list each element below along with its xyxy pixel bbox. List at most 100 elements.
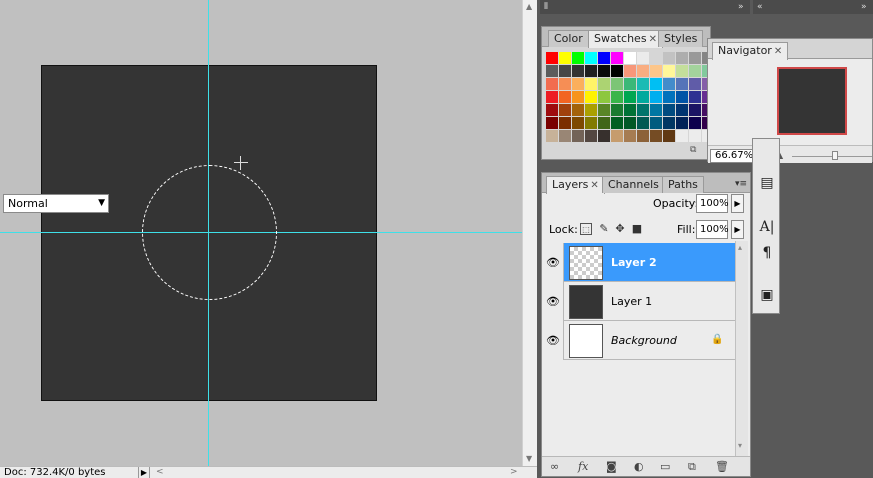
tab-swatches[interactable]: Swatches ✕ [588, 30, 663, 48]
new-swatch-icon[interactable]: ⧉ [690, 145, 696, 155]
swatch-46[interactable] [598, 91, 610, 103]
swatch-65[interactable] [663, 104, 675, 116]
swatch-85[interactable] [559, 130, 571, 142]
zoom-slider-thumb[interactable] [832, 151, 838, 160]
swatch-18[interactable] [598, 65, 610, 77]
close-icon[interactable]: ✕ [774, 46, 782, 57]
link-layers-icon[interactable]: ∞ [550, 460, 559, 473]
layer-row-layer-2[interactable]: 👁 Layer 2 [543, 243, 735, 282]
swatch-11[interactable] [689, 52, 701, 64]
swatch-84[interactable] [546, 130, 558, 142]
tab-channels[interactable]: Channels [602, 176, 665, 193]
swatch-19[interactable] [611, 65, 623, 77]
swatch-72[interactable] [572, 117, 584, 129]
swatch-75[interactable] [611, 117, 623, 129]
swatch-87[interactable] [585, 130, 597, 142]
swatch-94[interactable] [676, 130, 688, 142]
layers-scrollbar[interactable]: ▴ ▾ [735, 241, 748, 456]
visibility-eye-icon[interactable]: 👁 [543, 282, 564, 321]
swatch-14[interactable] [546, 65, 558, 77]
close-icon[interactable]: ✕ [649, 34, 657, 45]
swatch-21[interactable] [637, 65, 649, 77]
visibility-eye-icon[interactable]: 👁 [543, 243, 564, 282]
swatch-2[interactable] [572, 52, 584, 64]
swatch-31[interactable] [585, 78, 597, 90]
fill-slider-arrow-icon[interactable]: ▶ [731, 220, 744, 239]
visibility-eye-icon[interactable]: 👁 [543, 321, 564, 360]
trash-icon[interactable]: 🗑 [715, 460, 729, 473]
scroll-down-arrow-icon[interactable]: ▼ [526, 454, 532, 463]
swatch-6[interactable] [624, 52, 636, 64]
swatch-7[interactable] [637, 52, 649, 64]
blend-mode-select[interactable]: Normal ▼ [3, 194, 109, 213]
scroll-right-arrow-icon[interactable]: > [510, 467, 518, 478]
dock-header-bar-right[interactable]: « » [753, 0, 873, 14]
swatch-25[interactable] [689, 65, 701, 77]
swatch-35[interactable] [637, 78, 649, 90]
layer-name[interactable]: Layer 1 [611, 282, 652, 321]
close-icon[interactable]: ✕ [590, 180, 598, 191]
swatch-10[interactable] [676, 52, 688, 64]
lock-transparent-icon[interactable]: ⬚ [580, 223, 592, 235]
swatch-5[interactable] [611, 52, 623, 64]
swatch-29[interactable] [559, 78, 571, 90]
swatch-33[interactable] [611, 78, 623, 90]
fill-input[interactable]: 100% [696, 220, 729, 239]
swatch-43[interactable] [559, 91, 571, 103]
swatch-22[interactable] [650, 65, 662, 77]
new-layer-icon[interactable]: ⧉ [688, 460, 696, 474]
tab-styles[interactable]: Styles [658, 30, 704, 47]
swatch-0[interactable] [546, 52, 558, 64]
lock-position-icon[interactable]: ✥ [614, 223, 626, 235]
swatch-36[interactable] [650, 78, 662, 90]
swatch-58[interactable] [572, 104, 584, 116]
panel-menu-icon[interactable]: ▾≡ [735, 179, 747, 189]
layer-name[interactable]: Layer 2 [611, 243, 657, 282]
swatch-16[interactable] [572, 65, 584, 77]
swatch-63[interactable] [637, 104, 649, 116]
paragraph-icon[interactable]: ¶ [757, 243, 777, 263]
tab-color[interactable]: Color [548, 30, 589, 47]
status-menu-arrow-icon[interactable]: ▶ [138, 467, 150, 478]
fx-icon[interactable]: fx [578, 460, 588, 473]
swatch-62[interactable] [624, 104, 636, 116]
new-group-icon[interactable]: ▭ [660, 460, 670, 473]
swatch-59[interactable] [585, 104, 597, 116]
swatch-64[interactable] [650, 104, 662, 116]
swatch-17[interactable] [585, 65, 597, 77]
swatch-37[interactable] [663, 78, 675, 90]
swatch-70[interactable] [546, 117, 558, 129]
swatch-24[interactable] [676, 65, 688, 77]
tab-navigator[interactable]: Navigator ✕ [712, 42, 789, 60]
swatch-95[interactable] [689, 130, 701, 142]
swatch-52[interactable] [676, 91, 688, 103]
collapse-panels-right-icon[interactable]: » [861, 2, 867, 12]
swatch-44[interactable] [572, 91, 584, 103]
swatch-74[interactable] [598, 117, 610, 129]
swatch-90[interactable] [624, 130, 636, 142]
swatch-88[interactable] [598, 130, 610, 142]
swatch-56[interactable] [546, 104, 558, 116]
opacity-slider-arrow-icon[interactable]: ▶ [731, 194, 744, 213]
swatch-39[interactable] [689, 78, 701, 90]
swatch-93[interactable] [663, 130, 675, 142]
swatch-61[interactable] [611, 104, 623, 116]
collapse-panels-icon[interactable]: » [738, 2, 744, 12]
swatch-73[interactable] [585, 117, 597, 129]
dock-header-bar[interactable]: ⦀ » [540, 0, 750, 14]
swatch-80[interactable] [676, 117, 688, 129]
layer-row-layer-1[interactable]: 👁 Layer 1 [543, 282, 735, 321]
swatch-78[interactable] [650, 117, 662, 129]
lock-image-icon[interactable]: ✎ [598, 223, 610, 235]
swatch-50[interactable] [650, 91, 662, 103]
swatch-71[interactable] [559, 117, 571, 129]
swatch-8[interactable] [650, 52, 662, 64]
swatch-38[interactable] [676, 78, 688, 90]
swatch-3[interactable] [585, 52, 597, 64]
scroll-down-arrow-icon[interactable]: ▾ [738, 441, 742, 450]
swatch-32[interactable] [598, 78, 610, 90]
tab-paths[interactable]: Paths [662, 176, 704, 193]
swatch-20[interactable] [624, 65, 636, 77]
swatch-51[interactable] [663, 91, 675, 103]
swatch-47[interactable] [611, 91, 623, 103]
